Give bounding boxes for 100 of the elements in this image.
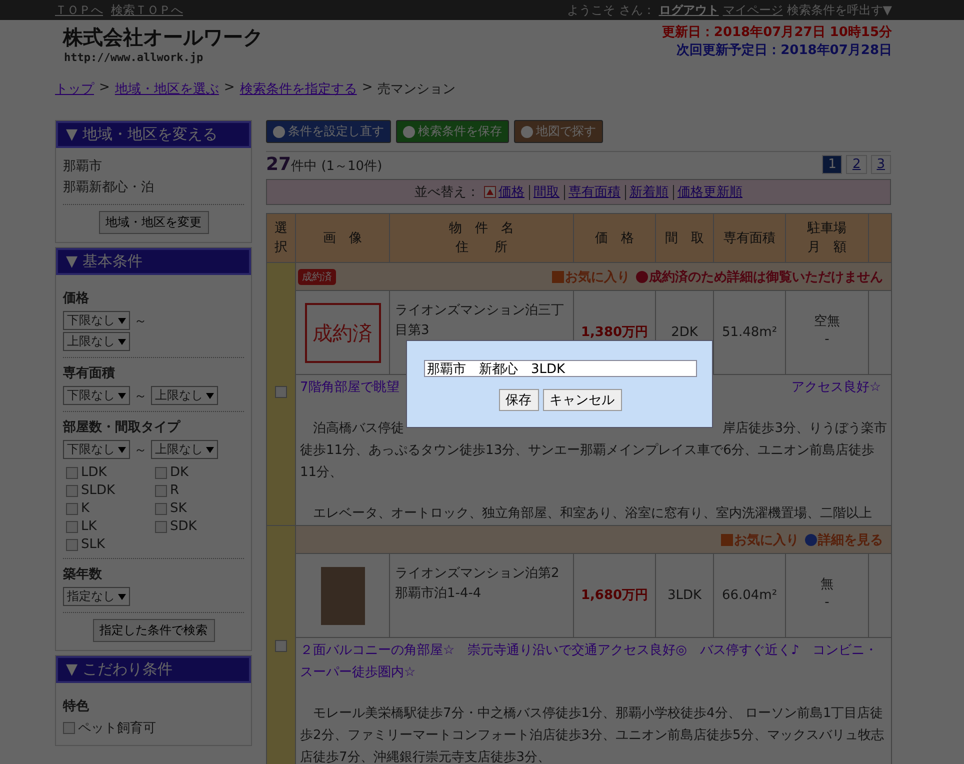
- parking-text: 空無: [814, 312, 840, 330]
- condition-label: 特色: [63, 698, 90, 715]
- area-text: 那覇市: [63, 158, 103, 176]
- listing-description: 岸店徒歩3分、りうぼう楽市: [722, 420, 887, 438]
- listing-description: 徒歩11分、あっぷるタウン徒歩13分、サンエー那覇メインプレイス車で6分、ユニオン前島店徒歩11分、: [300, 443, 874, 480]
- user-link[interactable]: マイページ: [722, 2, 783, 18]
- recall-conditions-dropdown[interactable]: 検索条件を呼出す▼: [786, 2, 892, 18]
- search-button[interactable]: 指定した条件で検索: [92, 619, 214, 642]
- property-name: ライオンズマンション泊三丁目第3: [395, 302, 565, 340]
- min-select[interactable]: 下限なし: [63, 386, 130, 405]
- dropdown-arrow-icon: [118, 338, 126, 344]
- sold-badge: 成約済: [298, 268, 336, 284]
- checkbox[interactable]: [66, 520, 78, 532]
- breadcrumb-link[interactable]: 地域・地区を選ぶ: [114, 80, 219, 98]
- checkbox[interactable]: [66, 466, 78, 478]
- column-header: 月 額: [806, 239, 848, 257]
- condition-label: 専有面積: [63, 364, 116, 382]
- column-header: 選: [274, 220, 288, 238]
- area-text: 那覇新都心・泊: [63, 179, 155, 197]
- sort-link[interactable]: 専有面積: [568, 183, 620, 201]
- checkbox[interactable]: [155, 502, 167, 514]
- welcome-text: ようこそ: [566, 2, 615, 18]
- checkbox-label: LDK: [81, 465, 107, 480]
- max-select[interactable]: 上限なし: [63, 332, 130, 351]
- tilde-text: ～: [134, 312, 147, 330]
- sort-link[interactable]: 新着順: [630, 183, 668, 201]
- property-name: ライオンズマンション泊第2: [395, 565, 560, 583]
- dropdown-arrow-icon: [206, 392, 214, 398]
- property-address: 那覇市泊1-4-4: [395, 585, 482, 603]
- welcome-suffix: さん：: [618, 2, 655, 18]
- condition-name-field[interactable]: 那覇市 新都心 3LDK: [424, 360, 697, 377]
- column-header: 専有面積: [722, 230, 776, 248]
- breadcrumb-separator: >: [224, 80, 235, 97]
- min-select[interactable]: 下限なし: [63, 311, 130, 330]
- breadcrumb-separator: >: [99, 80, 110, 97]
- listing-action-link[interactable]: お気に入り: [721, 530, 799, 548]
- column-header: 住 所: [454, 239, 508, 257]
- dropdown-arrow-icon: [206, 446, 214, 452]
- dialog-button[interactable]: キャンセル: [542, 389, 622, 411]
- layout-text: 3LDK: [667, 586, 702, 604]
- listing-description: エレベータ、オートロック、独立角部屋、和室あり、浴室に窓有り、室内洗濯機置場、二階以上: [313, 506, 872, 521]
- sort-link[interactable]: 価格更新順: [678, 183, 742, 201]
- year-select[interactable]: 指定なし: [63, 587, 130, 606]
- page-link[interactable]: 1: [822, 155, 842, 174]
- checkbox[interactable]: [66, 484, 78, 496]
- checkbox[interactable]: [63, 722, 75, 734]
- site-url: http://www.allwork.jp: [63, 51, 204, 64]
- toolbar-button[interactable]: 検索条件を保存: [396, 120, 509, 143]
- dropdown-arrow-icon: [118, 594, 126, 600]
- condition-label: 部屋数・間取タイプ: [63, 418, 182, 436]
- checkbox[interactable]: [155, 466, 167, 478]
- dropdown-arrow-icon: [118, 392, 126, 398]
- toolbar-button[interactable]: 地図で探す: [514, 120, 603, 143]
- toolbar-button[interactable]: 条件を設定し直す: [266, 120, 391, 143]
- checkbox-label: SDK: [170, 519, 197, 534]
- listing-action-link[interactable]: 詳細を見る: [805, 530, 883, 548]
- sort-link[interactable]: 価格: [484, 183, 524, 201]
- listing-action-link[interactable]: 成約済のため詳細は御覧いただけません: [636, 268, 883, 286]
- updated-date: 更新日：2018年07月27日 10時15分: [662, 24, 892, 42]
- section-header: ▼ こだわり条件: [56, 656, 251, 683]
- breadcrumb-separator: >: [362, 80, 373, 97]
- checkbox[interactable]: [155, 484, 167, 496]
- row-checkbox[interactable]: [275, 640, 287, 652]
- checkbox-label: SLDK: [81, 483, 116, 498]
- column-header: 画 像: [322, 230, 363, 248]
- listing-description: 泊高橋バス停徒: [312, 420, 404, 438]
- top-link[interactable]: 検索ＴＯＰへ: [111, 2, 183, 18]
- dropdown-arrow-icon: [118, 446, 126, 452]
- listing-headline: ２面バルコニーの角部屋☆ 崇元寺通り沿いで交通アクセス良好◎ バス停すぐ近く♪ コンビニ・スーパー徒歩圏内☆: [300, 642, 878, 682]
- listing-action-link[interactable]: お気に入り: [552, 268, 630, 286]
- page-link[interactable]: 3: [870, 155, 891, 174]
- result-count: 27: [266, 154, 292, 175]
- max-select[interactable]: 上限なし: [151, 440, 218, 459]
- checkbox-label: ペット飼育可: [78, 720, 156, 737]
- checkbox[interactable]: [155, 520, 167, 532]
- photo-placeholder: [320, 566, 364, 624]
- price-text: 1,380万円: [580, 324, 648, 342]
- top-link[interactable]: ＴＯＰへ: [55, 2, 103, 18]
- layout-text: 2DK: [671, 324, 698, 342]
- max-select[interactable]: 上限なし: [151, 386, 218, 405]
- page-link[interactable]: 2: [846, 155, 867, 174]
- section-header: ▼ 地域・地区を変える: [56, 121, 251, 148]
- user-link[interactable]: ログアウト: [658, 2, 719, 18]
- checkbox-label: LK: [81, 519, 97, 534]
- row-checkbox[interactable]: [275, 386, 287, 398]
- breadcrumb-current: 売マンション: [378, 81, 456, 98]
- sort-label: 並べ替え：: [414, 184, 480, 201]
- dialog-button[interactable]: 保存: [498, 389, 538, 411]
- sort-arrow-icon: [484, 186, 496, 198]
- min-select[interactable]: 下限なし: [63, 440, 130, 459]
- breadcrumb-link[interactable]: トップ: [55, 80, 94, 98]
- sort-link[interactable]: 間取: [534, 183, 560, 201]
- checkbox[interactable]: [66, 502, 78, 514]
- breadcrumb-link[interactable]: 検索条件を指定する: [240, 80, 357, 98]
- dropdown-arrow-icon: [118, 318, 126, 324]
- checkbox-label: DK: [170, 465, 189, 480]
- change-area-button[interactable]: 地域・地区を変更: [98, 211, 208, 234]
- checkbox[interactable]: [66, 538, 78, 550]
- checkbox-label: R: [170, 483, 180, 498]
- section-header: ▼ 基本条件: [56, 248, 251, 275]
